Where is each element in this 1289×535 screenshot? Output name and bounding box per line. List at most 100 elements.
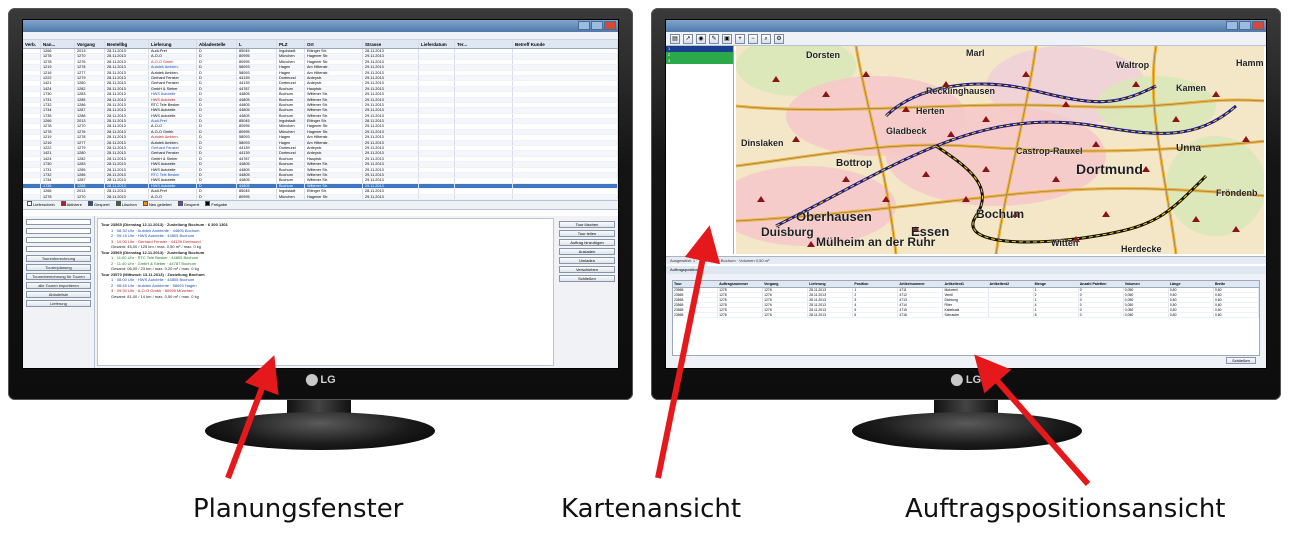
route-icon[interactable]: ↗: [683, 33, 693, 44]
column-header[interactable]: Artikeltext2: [989, 281, 1034, 287]
column-header[interactable]: Artikeltext1: [943, 281, 989, 287]
table-cell: [23, 135, 41, 140]
globe-icon[interactable]: ◉: [696, 33, 706, 44]
column-header[interactable]: Verb.: [23, 40, 41, 48]
folder-icon[interactable]: ▤: [670, 33, 680, 44]
table-cell: 23565: [673, 313, 719, 317]
table-cell: [419, 92, 455, 97]
column-header[interactable]: Betreff Kunde: [513, 40, 618, 48]
close-button[interactable]: Schließen: [1226, 357, 1256, 364]
stop-node[interactable]: Gesamt: 81,00 / 14 km / max. 0,50 m³ / m…: [101, 294, 550, 300]
minimize-button[interactable]: [578, 21, 590, 30]
close-icon[interactable]: [604, 21, 616, 30]
tour-layer-item[interactable]: 3: [666, 58, 733, 64]
column-header[interactable]: Bestellbg: [105, 40, 149, 48]
action-button[interactable]: Tourenberechnung: [26, 255, 91, 262]
column-header[interactable]: PLZ: [277, 40, 305, 48]
action-button[interactable]: Tour teilen: [559, 230, 615, 237]
map-window: ▤ ↗ ◉ ✎ ▣ + − ⌕ ⚙ 123 Dorsten Recklinghau…: [665, 19, 1267, 369]
column-header[interactable]: Volumen: [1124, 281, 1169, 287]
table-cell: [419, 86, 455, 92]
table-cell: Wittener Str.: [305, 162, 363, 167]
column-header[interactable]: Länge: [1169, 281, 1214, 287]
action-button[interactable]: Auftrag hinzufügen: [559, 239, 615, 246]
endpoint-select[interactable]: [26, 246, 91, 252]
table-cell: Bochum: [277, 102, 305, 108]
column-header[interactable]: Abladestelle: [197, 40, 237, 48]
print-icon[interactable]: ▣: [722, 33, 732, 44]
tab-order-positions[interactable]: Auftragspositionen: [666, 266, 1266, 274]
column-header[interactable]: Vorgang: [75, 40, 105, 48]
action-button[interactable]: alle Touren importieren: [26, 282, 91, 289]
table-cell: Hauptstr.: [305, 156, 363, 162]
column-header[interactable]: Breite: [1214, 281, 1260, 287]
action-button[interactable]: Schließen: [559, 275, 615, 282]
action-button[interactable]: Ausladen: [559, 248, 615, 255]
region-select[interactable]: [26, 237, 91, 243]
column-header[interactable]: Lieferdatum: [419, 40, 455, 48]
map-city-label: Dortmund: [1076, 161, 1143, 177]
column-header[interactable]: Lieferung: [149, 40, 197, 48]
table-cell: [23, 113, 41, 119]
table-cell: Dortmund: [277, 146, 305, 151]
table-cell: D: [197, 119, 237, 124]
search-icon[interactable]: ⌕: [761, 33, 771, 44]
action-button[interactable]: Tour löschen: [559, 221, 615, 228]
column-header[interactable]: Artikelnummer: [898, 281, 944, 287]
tour-tree[interactable]: Tour 23565 (Dienstag 12.11.2013) · Zuste…: [97, 218, 554, 366]
minimize-button[interactable]: [1226, 21, 1238, 30]
table-cell: [419, 129, 455, 135]
table-cell: 1424: [41, 86, 75, 92]
table-row[interactable]: 23565 1278 1276 28.11.2013 6 4716 Schraube 8 0 0,…: [673, 313, 1260, 318]
table-cell: 28.11.2013: [105, 59, 149, 65]
route-map[interactable]: Dorsten Recklinghausen Waltrop Gladbeck Hert…: [736, 46, 1264, 254]
table-cell: 29.11.2013: [363, 70, 419, 75]
table-cell: 28.11.2013: [808, 308, 854, 312]
table-cell: Audi-Pref: [149, 189, 197, 194]
column-header[interactable]: Ter...: [455, 40, 513, 48]
action-button[interactable]: Tourenberechnung für Touren: [26, 273, 91, 280]
column-header[interactable]: Lieferung: [808, 281, 854, 287]
action-button[interactable]: Umladen: [559, 257, 615, 264]
vehicle-select[interactable]: [26, 228, 91, 234]
column-header[interactable]: Vorgang: [763, 281, 809, 287]
map-titlebar: [666, 20, 1266, 32]
table-cell: 28.11.2013: [105, 151, 149, 156]
legend-label: Lieferschein: [32, 201, 55, 207]
column-header[interactable]: Position: [853, 281, 899, 287]
maximize-button[interactable]: [591, 21, 603, 30]
table-cell: 0: [1079, 298, 1124, 302]
column-header[interactable]: Tour: [673, 281, 719, 287]
table-cell: Wittener Str.: [305, 92, 363, 97]
table-cell: 1421: [41, 151, 75, 156]
table-cell: 28.11.2013: [105, 97, 149, 102]
column-header[interactable]: Nan...: [41, 40, 75, 48]
close-icon[interactable]: [1252, 21, 1264, 30]
column-header[interactable]: Strasse: [363, 40, 419, 48]
action-button[interactable]: Verschieben: [559, 266, 615, 273]
edit-icon[interactable]: ✎: [709, 33, 719, 44]
column-header[interactable]: Anzahl Paletten: [1079, 281, 1124, 287]
table-cell: 29.11.2013: [363, 135, 419, 140]
zoom-in-icon[interactable]: +: [735, 33, 745, 44]
table-cell: 23565: [673, 288, 719, 292]
maximize-button[interactable]: [1239, 21, 1251, 30]
action-button[interactable]: Abladeliste: [26, 291, 91, 298]
table-cell: 28.11.2013: [363, 189, 419, 194]
caption-map: Kartenansicht: [561, 494, 742, 524]
column-header[interactable]: Auftragsnummer: [718, 281, 764, 287]
column-header[interactable]: Ort: [305, 40, 363, 48]
depot-select[interactable]: [26, 219, 91, 225]
table-cell: 1280: [75, 151, 105, 156]
zoom-out-icon[interactable]: −: [748, 33, 758, 44]
settings-icon[interactable]: ⚙: [774, 33, 784, 44]
map-city-label: Mülheim an der Ruhr: [816, 235, 936, 249]
tour-layer-list[interactable]: 123: [666, 46, 734, 254]
table-cell: [419, 113, 455, 119]
action-button[interactable]: Tourenplanung: [26, 264, 91, 271]
table-cell: 1283: [75, 162, 105, 167]
action-button[interactable]: Lieferung: [26, 300, 91, 307]
column-header[interactable]: L: [237, 40, 277, 48]
table-cell: Gerhard Fenster: [149, 75, 197, 81]
column-header[interactable]: Menge: [1034, 281, 1079, 287]
